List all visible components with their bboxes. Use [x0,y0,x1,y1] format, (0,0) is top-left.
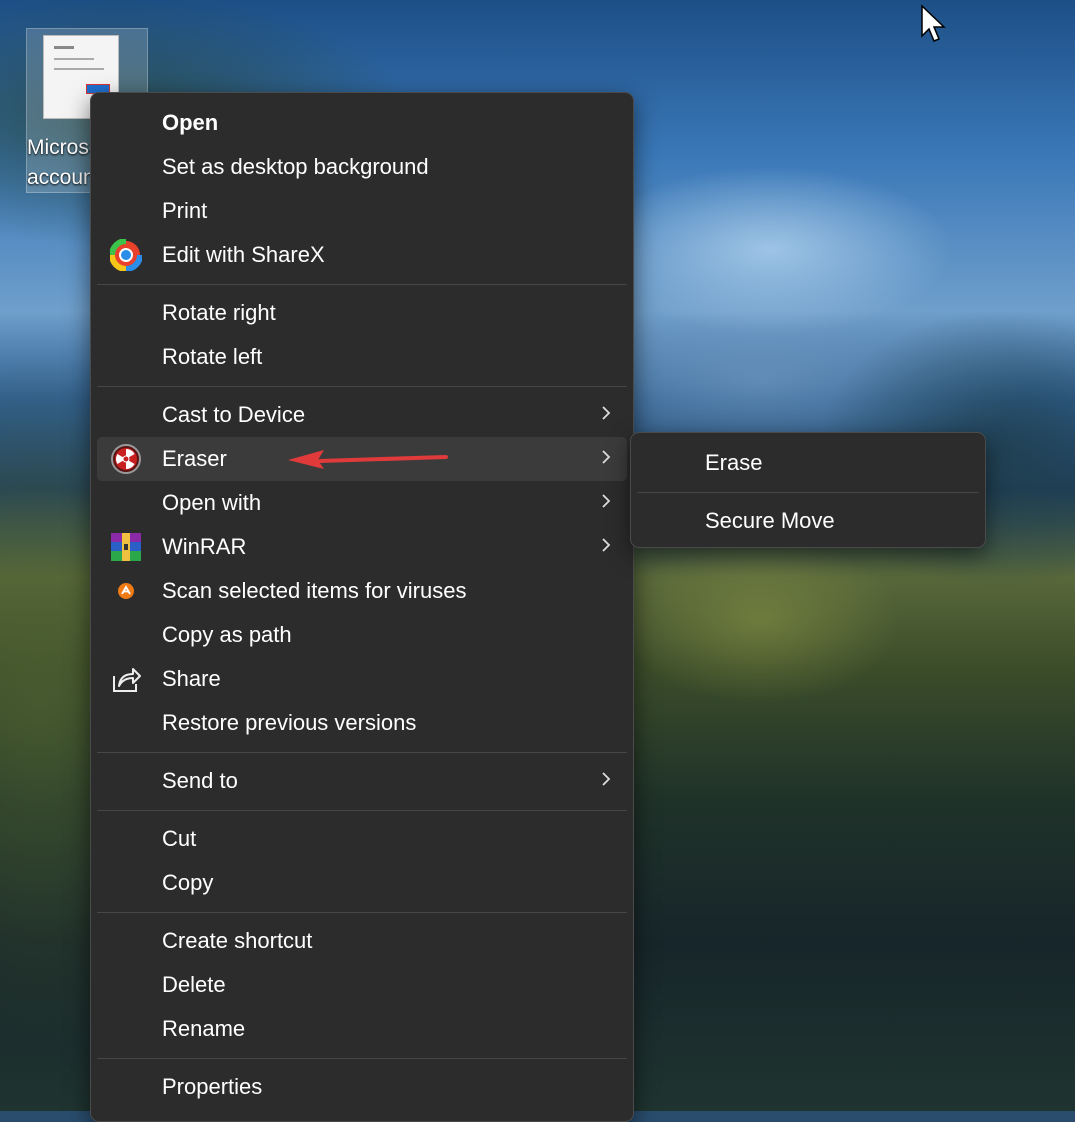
eraser-submenu: Erase Secure Move [630,432,986,548]
menu-item-send-to[interactable]: Send to [97,759,627,803]
submenu-item-label: Secure Move [705,508,835,533]
menu-item-cast-to-device[interactable]: Cast to Device [97,393,627,437]
menu-item-delete[interactable]: Delete [97,963,627,1007]
menu-item-cut[interactable]: Cut [97,817,627,861]
menu-item-label: Send to [162,768,238,793]
menu-item-label: Create shortcut [162,928,313,953]
menu-item-winrar[interactable]: WinRAR [97,525,627,569]
menu-item-copy-as-path[interactable]: Copy as path [97,613,627,657]
menu-separator [97,1058,627,1059]
context-menu: Open Set as desktop background Print Edi… [90,92,634,1122]
menu-separator [97,386,627,387]
menu-item-scan-viruses[interactable]: Scan selected items for viruses [97,569,627,613]
menu-item-edit-with-sharex[interactable]: Edit with ShareX [97,233,627,277]
menu-separator [637,492,979,493]
menu-separator [97,810,627,811]
menu-item-rotate-left[interactable]: Rotate left [97,335,627,379]
chevron-right-icon [602,450,611,464]
menu-item-label: Open [162,110,219,135]
menu-item-label: Cast to Device [162,402,306,427]
menu-item-label: Eraser [162,446,227,471]
menu-item-open-with[interactable]: Open with [97,481,627,525]
share-icon [109,663,143,695]
menu-item-set-desktop-background[interactable]: Set as desktop background [97,145,627,189]
menu-separator [97,752,627,753]
menu-item-create-shortcut[interactable]: Create shortcut [97,919,627,963]
chevron-right-icon [602,772,611,786]
menu-item-open[interactable]: Open [97,101,627,145]
menu-item-restore-previous-versions[interactable]: Restore previous versions [97,701,627,745]
menu-item-label: Share [162,666,221,691]
annotation-arrow-icon [288,450,448,469]
menu-item-label: Delete [162,972,226,997]
menu-item-label: Rotate left [162,344,263,369]
menu-item-label: Restore previous versions [162,710,417,735]
chevron-right-icon [602,406,611,420]
menu-item-label: Rename [162,1016,246,1041]
menu-item-label: Print [162,198,208,223]
menu-item-label: Copy as path [162,622,292,647]
winrar-icon [109,531,143,563]
eraser-icon [109,443,143,475]
avast-icon [109,575,143,607]
menu-item-rotate-right[interactable]: Rotate right [97,291,627,335]
menu-separator [97,284,627,285]
chevron-right-icon [602,538,611,552]
menu-item-share[interactable]: Share [97,657,627,701]
menu-item-label: Properties [162,1074,263,1099]
menu-item-label: WinRAR [162,534,247,559]
menu-item-label: Set as desktop background [162,154,429,179]
menu-item-label: Cut [162,826,197,851]
menu-separator [97,912,627,913]
menu-item-label: Copy [162,870,214,895]
submenu-item-secure-move[interactable]: Secure Move [637,499,979,543]
menu-item-label: Rotate right [162,300,276,325]
menu-item-label: Scan selected items for viruses [162,578,467,603]
submenu-item-erase[interactable]: Erase [637,441,979,485]
menu-item-copy[interactable]: Copy [97,861,627,905]
menu-item-print[interactable]: Print [97,189,627,233]
chevron-right-icon [602,494,611,508]
menu-item-label: Open with [162,490,262,515]
menu-item-properties[interactable]: Properties [97,1065,627,1109]
sharex-icon [109,239,143,271]
mouse-cursor-icon [921,4,946,42]
submenu-item-label: Erase [705,450,763,475]
menu-item-label: Edit with ShareX [162,242,325,267]
menu-item-rename[interactable]: Rename [97,1007,627,1051]
